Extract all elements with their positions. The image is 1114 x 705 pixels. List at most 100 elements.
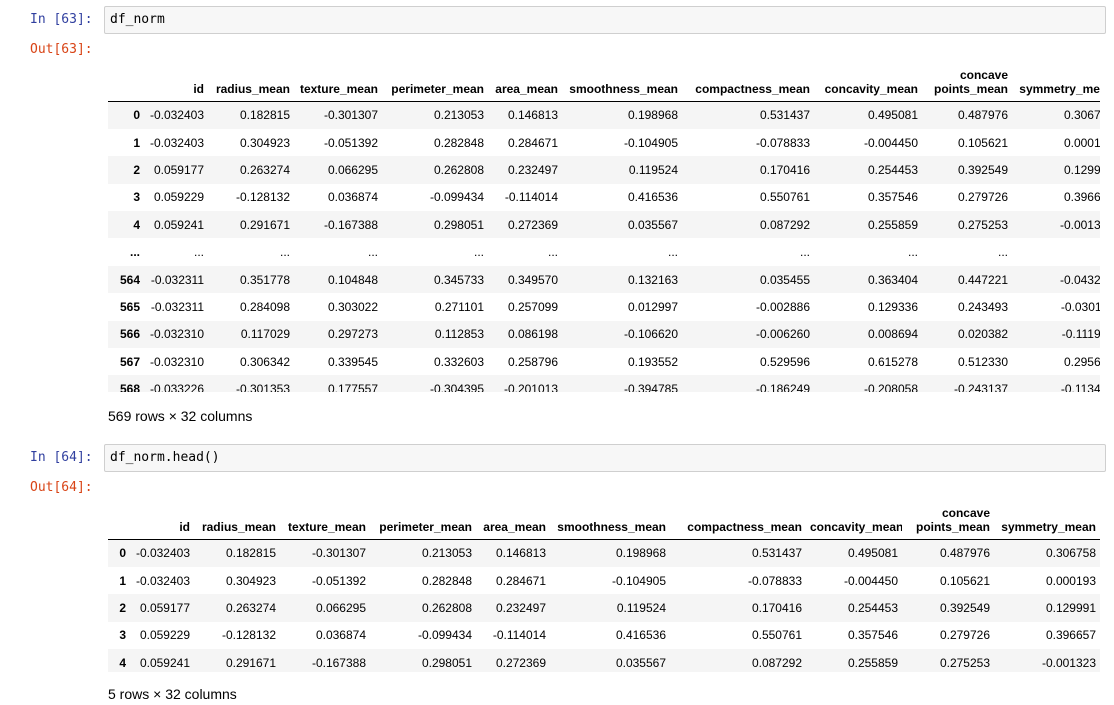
table-cell: -0.208058 xyxy=(863,382,918,392)
input-prompt: In [64]: xyxy=(30,450,93,465)
table-row: 0 -0.032403 0.182815 -0.301307 0.213053 0.146… xyxy=(108,101,1100,129)
row-index: 2 xyxy=(133,162,140,177)
table-row: ................................. xyxy=(108,238,1100,265)
dataframe-output[interactable]: id radius_mean texture_mean perimeter_mean a… xyxy=(108,492,1100,672)
table-cell: -0.043243 xyxy=(1059,272,1100,287)
table-cell: ... xyxy=(473,245,484,260)
column-header: symmetry_mean xyxy=(1012,54,1100,102)
table-cell: 0.392549 xyxy=(957,162,1008,177)
table-cell: 0.615278 xyxy=(867,354,918,369)
table-cell: 0.213053 xyxy=(433,108,484,123)
table-cell: 0.345733 xyxy=(433,272,484,287)
table-cell: -0.167388 xyxy=(323,217,378,232)
table-cell: 0.213053 xyxy=(421,546,472,561)
table-row: 567 -0.032310 0.306342 0.339545 0.332603 0.25… xyxy=(108,348,1100,375)
dataframe-output[interactable]: id radius_mean texture_mean perimeter_mean a… xyxy=(108,54,1100,392)
table-cell: 0.303022 xyxy=(327,299,378,314)
table-cell: 0.271101 xyxy=(434,299,484,314)
column-header: id xyxy=(144,54,208,102)
table-cell: 0.129991 xyxy=(1045,600,1096,615)
table-cell: 0.416536 xyxy=(615,628,666,643)
row-index: 3 xyxy=(119,628,126,643)
table-row: 4 0.059241 0.291671 -0.167388 0.298051 0.2723… xyxy=(108,211,1100,239)
table-cell: 0.035455 xyxy=(759,272,810,287)
table-cell: 0.275253 xyxy=(939,655,990,670)
table-cell: -0.167388 xyxy=(311,655,366,670)
column-header: concavity_mean xyxy=(814,54,922,102)
table-cell: 0.262808 xyxy=(433,162,484,177)
row-index: 0 xyxy=(133,108,140,123)
header-row: id radius_mean texture_mean perimeter_mean a… xyxy=(108,492,1100,540)
table-cell: -0.078833 xyxy=(747,573,802,588)
table-cell: 0.396657 xyxy=(1045,628,1096,643)
table-cell: 0.282848 xyxy=(433,135,484,150)
table-cell: 0.272369 xyxy=(507,217,558,232)
table-cell: 0.416536 xyxy=(627,190,678,205)
table-cell: 0.066295 xyxy=(315,600,366,615)
row-index: 567 xyxy=(119,354,140,369)
table-cell: 0.112853 xyxy=(434,327,484,342)
column-header: compactness_mean xyxy=(682,54,814,102)
table-cell: -0.051392 xyxy=(323,135,378,150)
dataframe-table: id radius_mean texture_mean perimeter_mean a… xyxy=(108,54,1100,392)
table-cell: 0.282848 xyxy=(421,573,472,588)
table-cell: ... xyxy=(367,245,378,260)
table-cell: -0.004450 xyxy=(863,135,918,150)
index-header xyxy=(108,492,130,540)
table-cell: 0.036874 xyxy=(327,190,378,205)
table-cell: 0.550761 xyxy=(751,628,802,643)
column-header: smoothness_mean xyxy=(550,492,670,540)
table-cell: 0.059177 xyxy=(139,600,190,615)
table-cell: 0.132163 xyxy=(627,272,678,287)
table-row: 564 -0.032311 0.351778 0.104848 0.345733 0.34… xyxy=(108,265,1100,294)
table-cell: 0.119524 xyxy=(616,600,666,615)
table-cell: -0.032403 xyxy=(149,135,204,150)
table-cell: 0.284671 xyxy=(507,135,558,150)
table-row: 0 -0.032403 0.182815 -0.301307 0.213053 0.146… xyxy=(108,539,1100,567)
table-cell: 0.495081 xyxy=(847,546,898,561)
column-header: area_mean xyxy=(488,54,562,102)
table-row: 565 -0.032311 0.284098 0.303022 0.271101 0.25… xyxy=(108,293,1100,320)
row-index: 4 xyxy=(133,217,140,232)
table-cell: -0.111921 xyxy=(1061,327,1100,342)
column-header: id xyxy=(130,492,194,540)
table-cell: -0.032311 xyxy=(150,272,204,287)
table-cell: -0.186249 xyxy=(755,382,810,392)
table-cell: -0.032403 xyxy=(135,573,190,588)
table-cell: 0.008694 xyxy=(867,327,918,342)
table-cell: -0.099434 xyxy=(429,190,484,205)
shape-summary: 569 rows × 32 columns xyxy=(108,408,253,424)
dataframe-table: id radius_mean texture_mean perimeter_mean a… xyxy=(108,492,1100,672)
row-index: 565 xyxy=(119,299,140,314)
table-cell: 0.357546 xyxy=(847,628,898,643)
table-cell: ... xyxy=(1012,238,1100,265)
table-cell: 0.279726 xyxy=(957,190,1008,205)
column-header: texture_mean xyxy=(280,492,370,540)
table-cell: -0.032310 xyxy=(149,354,204,369)
table-cell: 0.487976 xyxy=(939,546,990,561)
code-input[interactable]: df_norm xyxy=(104,6,1106,34)
row-index: 2 xyxy=(119,600,126,615)
table-cell: ... xyxy=(193,245,204,260)
table-row: 1 -0.032403 0.304923 -0.051392 0.282848 0.284… xyxy=(108,129,1100,156)
row-index: ... xyxy=(129,245,140,260)
table-cell: 0.291671 xyxy=(225,655,276,670)
table-cell: 0.104848 xyxy=(327,272,378,287)
row-index: 4 xyxy=(119,655,126,670)
table-cell: 0.020382 xyxy=(957,327,1008,342)
table-cell: 0.487976 xyxy=(957,108,1008,123)
table-cell: 0.243493 xyxy=(957,299,1008,314)
table-row: 566 -0.032310 0.117029 0.297273 0.112853 0.08… xyxy=(108,320,1100,349)
column-header: perimeter_mean xyxy=(370,492,476,540)
table-cell: 0.275253 xyxy=(957,217,1008,232)
table-cell: 0.392549 xyxy=(939,600,990,615)
table-cell: ... xyxy=(547,245,558,260)
output-prompt: Out[64]: xyxy=(30,480,93,495)
table-cell: 0.306758 xyxy=(1045,546,1096,561)
table-cell: 0.306342 xyxy=(239,354,290,369)
table-cell: -0.033226 xyxy=(149,382,204,392)
table-cell: 0.304923 xyxy=(239,135,290,150)
code-input[interactable]: df_norm.head() xyxy=(104,444,1106,472)
table-row: 568 -0.033226 -0.301353 0.177557 -0.304395 -0… xyxy=(108,375,1100,392)
table-cell: 0.177557 xyxy=(327,382,378,392)
